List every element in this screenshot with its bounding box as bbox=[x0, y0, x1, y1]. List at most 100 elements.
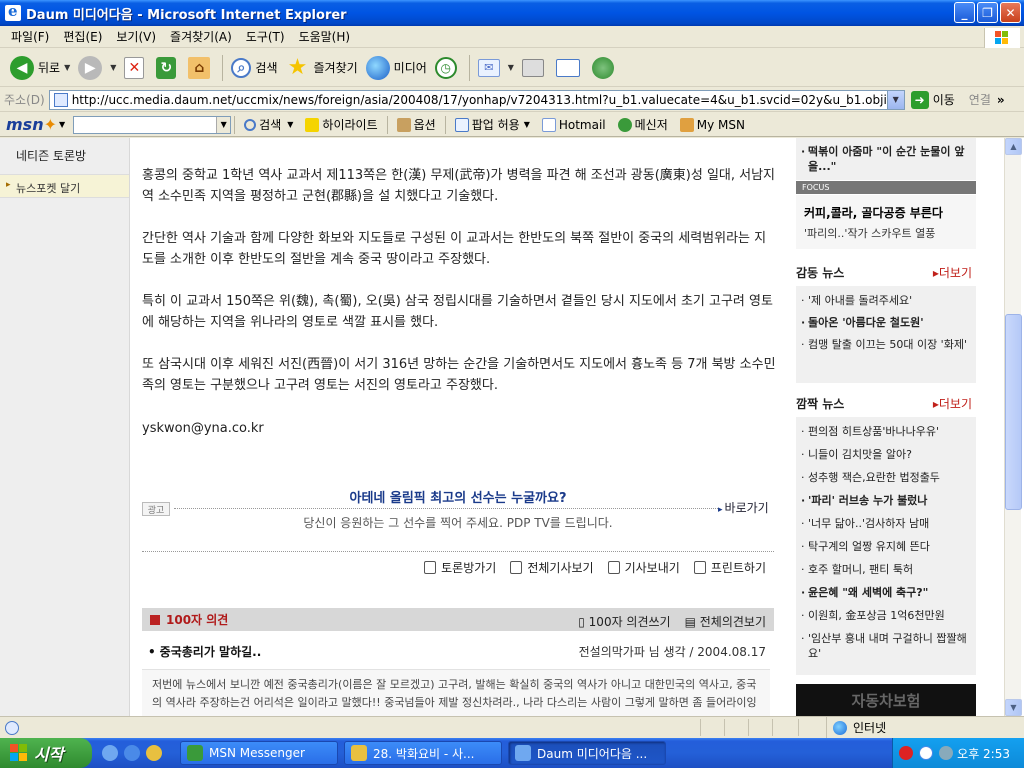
list-item[interactable]: 호주 할머니, 팬티 툭허 bbox=[796, 562, 976, 577]
more-link[interactable]: ▸더보기 bbox=[933, 395, 972, 412]
list-item[interactable]: 성추행 잭슨,요란한 법정출두 bbox=[796, 470, 976, 485]
mail-dropdown-icon[interactable]: ▼ bbox=[508, 63, 514, 72]
send-article-link[interactable]: 기사보내기 bbox=[607, 559, 680, 576]
msn-dropdown-icon[interactable]: ▼ bbox=[59, 120, 65, 129]
msn-search-dropdown-icon[interactable]: ▼ bbox=[216, 116, 231, 133]
list-item[interactable]: 윤은혜 "왜 세벽에 축구?" bbox=[796, 585, 976, 600]
print-icon bbox=[693, 561, 706, 574]
start-label: 시작 bbox=[34, 745, 64, 764]
magnifier-icon: ⌕ bbox=[231, 57, 252, 78]
forward-button[interactable]: ▶ ▼ bbox=[74, 52, 120, 84]
ie-icon bbox=[5, 2, 21, 21]
list-item[interactable]: '너무 닮아..'검사하자 남매 bbox=[796, 516, 976, 531]
history-button[interactable]: ◷ bbox=[431, 52, 465, 84]
menu-file[interactable]: 파일(F) bbox=[4, 28, 56, 45]
back-dropdown-icon[interactable]: ▼ bbox=[64, 63, 70, 72]
list-item[interactable]: '파리' 러브송 누가 불렀나 bbox=[796, 493, 976, 508]
ad-title[interactable]: 아테네 올림픽 최고의 선수는 누굴까요? bbox=[142, 487, 774, 506]
list-item[interactable]: '임산부 훙내 내며 구걸하니 짭짤해요' bbox=[796, 631, 976, 661]
task-msn-messenger[interactable]: MSN Messenger bbox=[180, 741, 338, 765]
popup-dropdown-icon[interactable]: ▼ bbox=[524, 120, 530, 129]
sidebar-news-item[interactable]: 떡볶이 아줌마 "이 순간 눈물이 앞을..." bbox=[796, 144, 976, 174]
address-dropdown-icon[interactable]: ▼ bbox=[886, 90, 904, 109]
list-item[interactable]: 컴맹 탈출 이끄는 50대 이장 '화제' bbox=[796, 337, 976, 352]
menu-favorites[interactable]: 즐겨찾기(A) bbox=[163, 28, 239, 45]
mail-button[interactable]: ✉ ▼ bbox=[474, 52, 518, 84]
ie-quick-launch-icon[interactable] bbox=[124, 745, 140, 761]
edit-button[interactable] bbox=[552, 52, 588, 84]
start-button[interactable]: 시작 bbox=[0, 738, 92, 768]
list-item[interactable]: 돌아온 '아름다운 철도원' bbox=[796, 315, 976, 330]
scroll-down-icon[interactable]: ▼ bbox=[1005, 699, 1022, 716]
stop-button[interactable]: ✕ bbox=[120, 52, 152, 84]
address-input[interactable]: http://ucc.media.daum.net/uccmix/news/fo… bbox=[48, 89, 905, 110]
list-item[interactable]: 니들이 김치맛을 알아? bbox=[796, 447, 976, 462]
quick-launch-icon[interactable] bbox=[146, 745, 162, 761]
home-button[interactable]: ⌂ bbox=[184, 52, 218, 84]
messenger-toolbar-button[interactable]: 메신저 bbox=[612, 116, 674, 133]
tray-icon[interactable] bbox=[919, 746, 933, 760]
list-item[interactable]: 이원희, 金포상금 1억6천만원 bbox=[796, 608, 976, 623]
all-articles-link[interactable]: 전체기사보기 bbox=[510, 559, 594, 576]
search-button[interactable]: ⌕ 검색 bbox=[227, 52, 281, 84]
popup-allow-button[interactable]: 팝업 허용 ▼ bbox=[449, 116, 536, 133]
msn-logo[interactable]: msn✦ bbox=[6, 115, 57, 134]
msn-search-button[interactable]: 검색 ▼ bbox=[238, 116, 299, 133]
write-comment-link[interactable]: ▯ 100자 의견쓰기 bbox=[578, 613, 670, 630]
tray-icon[interactable] bbox=[939, 746, 953, 760]
address-label: 주소(D) bbox=[4, 93, 45, 107]
ad-subtitle[interactable]: 당신이 응원하는 그 선수를 찍어 주세요. PDP TV를 드립니다. bbox=[142, 514, 774, 531]
print-button[interactable] bbox=[518, 52, 552, 84]
nav-netizen-forum[interactable]: 네티즌 토론방 bbox=[16, 147, 86, 164]
focus-subtitle[interactable]: '파리의..'작가 스카우트 열풍 bbox=[804, 225, 976, 241]
menu-view[interactable]: 보기(V) bbox=[109, 28, 163, 45]
messenger-label: 메신저 bbox=[634, 118, 668, 132]
articles-icon bbox=[510, 561, 523, 574]
maximize-button[interactable]: ❐ bbox=[977, 2, 998, 23]
comment-title[interactable]: 중국총리가 말하길.. bbox=[148, 643, 262, 660]
title-bar: Daum 미디어다음 - Microsoft Internet Explorer… bbox=[0, 0, 1024, 26]
vertical-scrollbar[interactable]: ▲ ▼ bbox=[1004, 138, 1022, 716]
reporter-email[interactable]: yskwon@yna.co.kr bbox=[142, 418, 778, 439]
options-button[interactable]: 옵션 bbox=[391, 116, 442, 133]
forum-link[interactable]: 토론방가기 bbox=[424, 559, 496, 576]
messenger-button[interactable] bbox=[588, 52, 622, 84]
refresh-button[interactable]: ↻ bbox=[152, 52, 184, 84]
view-all-comments-link[interactable]: ▤ 전체의견보기 bbox=[685, 613, 766, 630]
list-item[interactable]: 탁구계의 얼짱 유지혜 뜬다 bbox=[796, 539, 976, 554]
links-button[interactable]: 연결 bbox=[969, 91, 991, 108]
hotmail-button[interactable]: Hotmail bbox=[536, 117, 612, 132]
print-link[interactable]: 프린트하기 bbox=[693, 559, 766, 576]
scroll-thumb[interactable] bbox=[1005, 314, 1022, 510]
star-icon: ★ bbox=[287, 55, 308, 80]
chevron-right-icon[interactable]: » bbox=[997, 93, 1005, 107]
go-button[interactable]: ➜ 이동 bbox=[910, 90, 955, 109]
forward-dropdown-icon[interactable]: ▼ bbox=[110, 63, 116, 72]
mymsn-label: My MSN bbox=[696, 117, 745, 132]
back-button[interactable]: ◀ 뒤로 ▼ bbox=[6, 52, 74, 84]
menu-help[interactable]: 도움말(H) bbox=[292, 28, 358, 45]
msn-search-input[interactable]: ▼ bbox=[73, 115, 232, 134]
media-button[interactable]: 미디어 bbox=[362, 52, 431, 84]
article-paragraph: 간단한 역사 기술과 함께 다양한 화보와 지도들로 구성된 이 교과서는 한반… bbox=[142, 231, 767, 267]
menu-tools[interactable]: 도구(T) bbox=[239, 28, 292, 45]
focus-title[interactable]: 커피,콜라, 골다공증 부른다 bbox=[804, 204, 976, 221]
quick-launch-icon[interactable] bbox=[102, 745, 118, 761]
msn-search-dropdown-icon-2[interactable]: ▼ bbox=[287, 120, 293, 129]
list-item[interactable]: 편의점 히트상품'바나나우유' bbox=[796, 424, 976, 439]
tray-icon[interactable] bbox=[899, 746, 913, 760]
scroll-up-icon[interactable]: ▲ bbox=[1005, 138, 1022, 155]
close-button[interactable]: ✕ bbox=[1000, 2, 1021, 23]
minimize-button[interactable]: _ bbox=[954, 2, 975, 23]
highlight-button[interactable]: 하이라이트 bbox=[299, 116, 383, 133]
list-item[interactable]: '제 아내를 돌려주세요' bbox=[796, 293, 976, 308]
insurance-ad-banner[interactable]: 자동차보험 bbox=[796, 684, 976, 716]
favorites-button[interactable]: ★ 즐겨찾기 bbox=[282, 52, 362, 84]
menu-edit[interactable]: 편집(E) bbox=[56, 28, 109, 45]
task-browser[interactable]: Daum 미디어다음 ... bbox=[508, 741, 666, 765]
mymsn-button[interactable]: My MSN bbox=[674, 117, 751, 132]
clock: 오후 2:53 bbox=[957, 746, 1010, 761]
nav-newspocket[interactable]: 뉴스포켓 달기 bbox=[0, 174, 129, 198]
more-link[interactable]: ▸더보기 bbox=[933, 264, 972, 281]
task-music[interactable]: 28. 박화요비 - 사... bbox=[344, 741, 502, 765]
